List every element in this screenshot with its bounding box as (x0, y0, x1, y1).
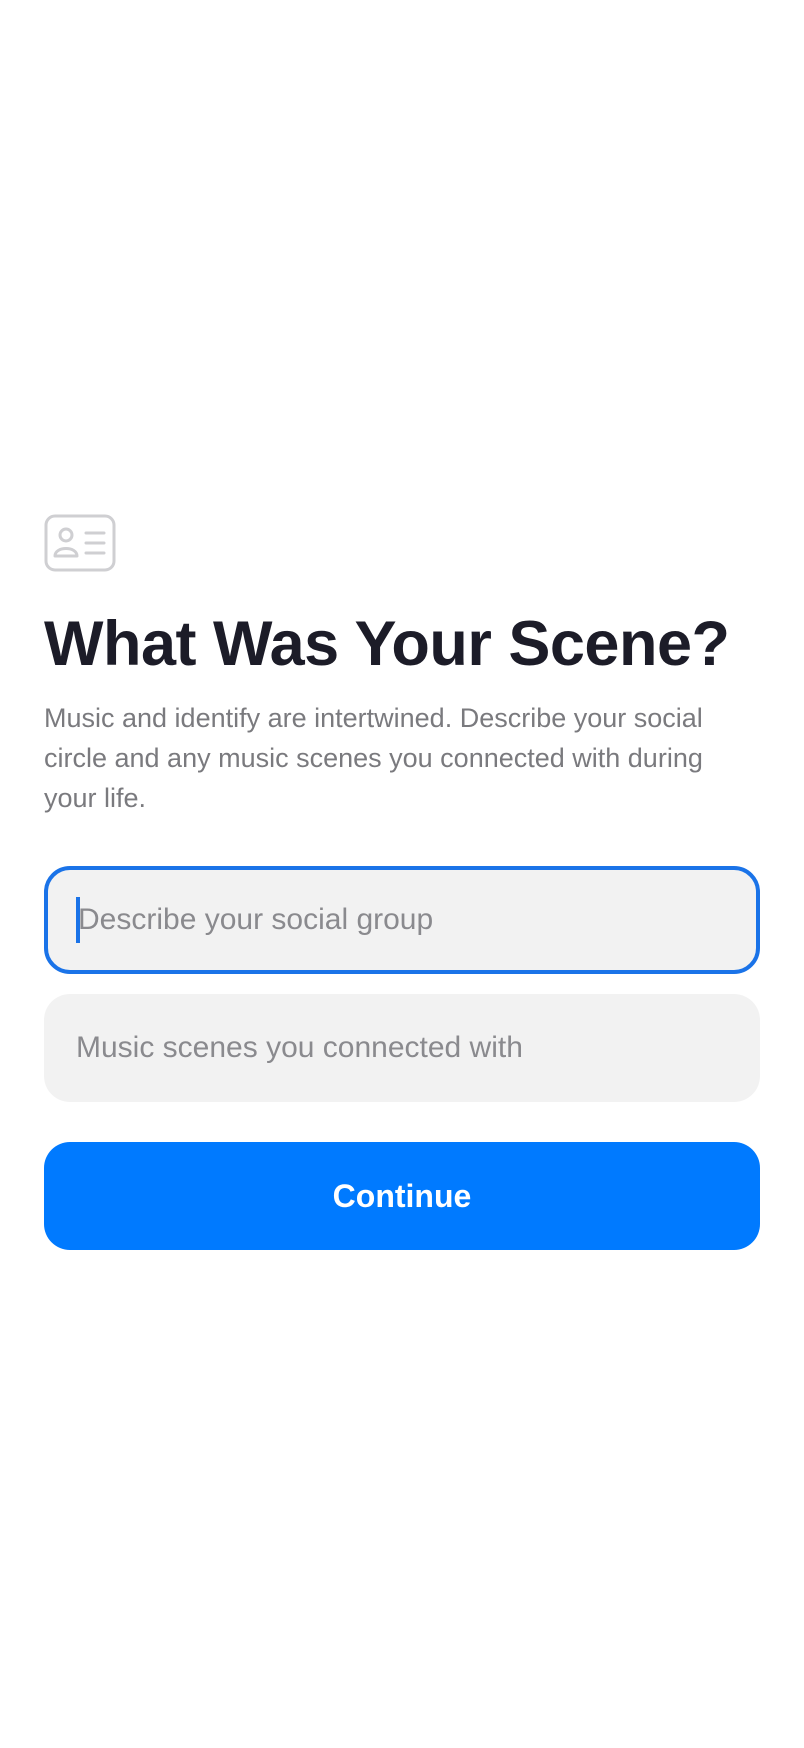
music-scenes-placeholder: Music scenes you connected with (76, 1031, 523, 1065)
continue-button[interactable]: Continue (44, 1142, 760, 1251)
music-scenes-input[interactable]: Music scenes you connected with (44, 994, 760, 1103)
scene-form-screen: What Was Your Scene? Music and identify … (44, 514, 760, 1251)
social-group-placeholder: Describe your social group (78, 903, 434, 937)
id-card-icon (44, 514, 116, 572)
page-title: What Was Your Scene? (44, 609, 730, 679)
social-group-input[interactable]: Describe your social group (44, 866, 760, 975)
page-subtitle: Music and identify are intertwined. Desc… (44, 703, 703, 814)
